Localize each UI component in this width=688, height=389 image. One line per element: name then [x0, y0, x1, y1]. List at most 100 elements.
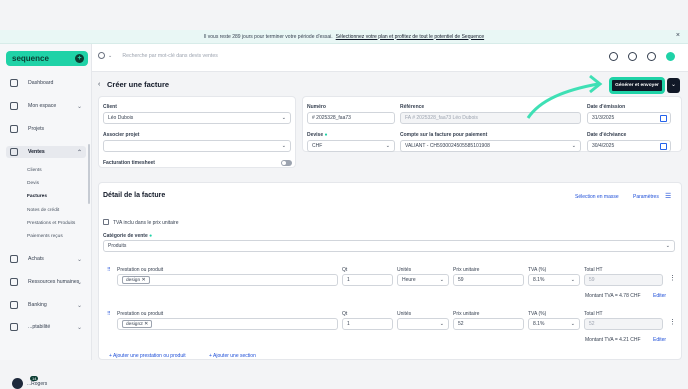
calendar-icon[interactable] — [660, 143, 667, 150]
number-value: # 2025328_faa73 — [312, 115, 351, 121]
bank-icon — [10, 301, 18, 309]
params-link[interactable]: Paramètres — [633, 194, 659, 200]
chevron-down-icon[interactable]: ⌄ — [667, 78, 680, 93]
sidebar-item-projets[interactable]: Projets — [6, 123, 86, 135]
sidebar-item-label: Mon espace — [28, 103, 57, 109]
total-field: 59 — [584, 274, 663, 286]
col-prestation: Prestation ou produit — [117, 267, 164, 273]
add-icon[interactable] — [609, 52, 618, 61]
qt-input[interactable]: 1 — [342, 318, 393, 330]
sidebar-item-dashboard[interactable]: Dashboard — [6, 77, 86, 89]
sidebar-item-banking[interactable]: Banking ⌄ — [6, 299, 86, 311]
chevron-down-icon[interactable]: ⌄ — [108, 53, 112, 59]
reference-label: Référence — [400, 104, 425, 110]
plus-icon[interactable]: + — [75, 54, 84, 63]
trial-banner: Il vous reste 289 jours pour terminer vo… — [0, 30, 688, 44]
add-section-link[interactable]: + Ajouter une section — [209, 353, 256, 359]
client-select[interactable]: Léo Dubois ⌄ — [103, 112, 291, 124]
sidebar-item-label: ...ptabilité — [28, 324, 51, 330]
sidebar-scrollbar[interactable] — [88, 144, 90, 204]
chevron-down-icon: ⌄ — [76, 279, 82, 286]
project-select[interactable]: ⌄ — [103, 140, 291, 152]
user-name: ...Rogers — [27, 380, 48, 387]
currency-select[interactable]: CHF ⌄ — [307, 140, 395, 152]
back-arrow-icon[interactable]: ‹ — [98, 81, 100, 88]
search-input[interactable]: Recherche par mot-clé dans devis ventes — [122, 53, 217, 59]
search-bar[interactable]: ⌄ Recherche par mot-clé dans devis ventes — [98, 52, 218, 59]
more-options-icon[interactable]: ⋮ — [669, 318, 676, 326]
logo[interactable]: sequence + — [6, 51, 88, 66]
prestation-tag-label: design — [126, 277, 141, 283]
bulk-select-link[interactable]: Sélection en masse — [575, 194, 619, 200]
topbar: ⌄ Recherche par mot-clé dans devis ventes — [92, 44, 688, 72]
sidebar-item-achats[interactable]: Achats ⌄ — [6, 253, 86, 265]
chevron-down-icon: ⌄ — [570, 277, 575, 283]
remove-tag-icon[interactable]: ✕ — [141, 278, 145, 283]
category-value: Produits — [108, 243, 127, 249]
sidebar-sub-devis[interactable]: Devis — [27, 181, 39, 186]
edit-link[interactable]: Editer — [653, 337, 666, 343]
remove-tag-icon[interactable]: ✕ — [144, 322, 148, 327]
generate-send-button[interactable]: Générer et envoyer — [610, 78, 664, 93]
info-icon: ● — [324, 132, 328, 138]
sidebar-item-comptabilite[interactable]: ...ptabilité ⌄ — [6, 321, 86, 333]
sidebar-sub-clients[interactable]: Clients — [27, 168, 42, 173]
calendar-icon[interactable] — [660, 115, 667, 122]
sidebar-sub-notes-credit[interactable]: Notes de crédit — [27, 208, 59, 213]
add-line-link[interactable]: + Ajouter une prestation ou produit — [109, 353, 186, 359]
clock-icon[interactable] — [628, 52, 637, 61]
chevron-down-icon: ⌄ — [385, 143, 390, 149]
account-select[interactable]: VALIANT - CH5930024505585101908 ⌄ — [400, 140, 581, 152]
bell-icon[interactable] — [647, 52, 656, 61]
category-select[interactable]: Produits ⌄ — [103, 240, 675, 252]
edit-link[interactable]: Editer — [653, 293, 666, 299]
col-units: Unités — [397, 267, 412, 273]
tva-select[interactable]: 8.1% ⌄ — [528, 274, 580, 286]
price-input[interactable]: 59 — [453, 274, 524, 286]
trial-banner-text: Il vous reste 289 jours pour terminer vo… — [203, 33, 333, 40]
chevron-down-icon: ⌄ — [665, 243, 670, 249]
page-title: Créer une facture — [107, 80, 170, 89]
sidebar-item-label: Projets — [28, 126, 45, 132]
client-label: Client — [103, 104, 117, 110]
qt-input[interactable]: 1 — [342, 274, 393, 286]
more-options-icon[interactable]: ⋮ — [669, 274, 676, 282]
details-title: Détail de la facture — [103, 192, 166, 199]
sidebar-sub-prestations[interactable]: Prestations et Produits — [27, 221, 75, 226]
drag-handle-icon[interactable]: ⠿ — [107, 311, 111, 317]
close-icon[interactable]: × — [676, 32, 680, 39]
due-date-label: Date d'échéance — [587, 132, 627, 138]
prestation-select[interactable]: design2 ✕ — [117, 318, 338, 330]
currency-label-text: Devise — [307, 132, 324, 138]
tva-select[interactable]: 8.1% ⌄ — [528, 318, 580, 330]
tva-included-checkbox[interactable] — [103, 219, 109, 225]
drag-handle-icon[interactable]: ⠿ — [107, 267, 111, 273]
number-field[interactable]: # 2025328_faa73 — [307, 112, 395, 124]
units-select[interactable]: ⌄ — [397, 318, 449, 330]
timesheet-toggle[interactable] — [281, 160, 292, 166]
search-icon — [98, 52, 105, 59]
chevron-up-icon: ⌃ — [76, 149, 82, 156]
due-date-field[interactable]: 30/4/2025 — [587, 140, 671, 152]
ledger-icon — [10, 323, 18, 331]
price-input[interactable]: 52 — [453, 318, 524, 330]
client-value: Léo Dubois — [108, 115, 134, 121]
user-menu[interactable]: 14 ...Rogers — [12, 376, 48, 389]
project-label: Associer projet — [103, 132, 140, 138]
people-icon — [10, 278, 18, 286]
sidebar-sub-paiements[interactable]: Paiements reçus — [27, 234, 63, 239]
help-icon[interactable] — [666, 52, 675, 61]
prestation-select[interactable]: design ✕ — [117, 274, 338, 286]
qt-value: 1 — [347, 277, 350, 283]
sidebar-sub-factures[interactable]: Factures — [27, 194, 47, 199]
select-plan-link[interactable]: Sélectionnez votre plan et profitez de t… — [336, 34, 484, 40]
units-select[interactable]: Heure ⌄ — [397, 274, 449, 286]
sidebar-item-rh[interactable]: Ressources humaines ⌄ — [6, 276, 86, 288]
info-icon: ● — [149, 233, 153, 239]
sidebar: sequence + Dashboard Mon espace ⌄ Projets … — [0, 44, 92, 389]
sidebar-item-mon-espace[interactable]: Mon espace ⌄ — [6, 100, 86, 112]
highlight-arrow-icon — [526, 74, 603, 119]
sidebar-item-ventes[interactable]: Ventes ⌃ — [6, 146, 86, 158]
settings-lines-icon[interactable]: ☰ — [665, 192, 671, 200]
total-value: 52 — [589, 321, 595, 327]
